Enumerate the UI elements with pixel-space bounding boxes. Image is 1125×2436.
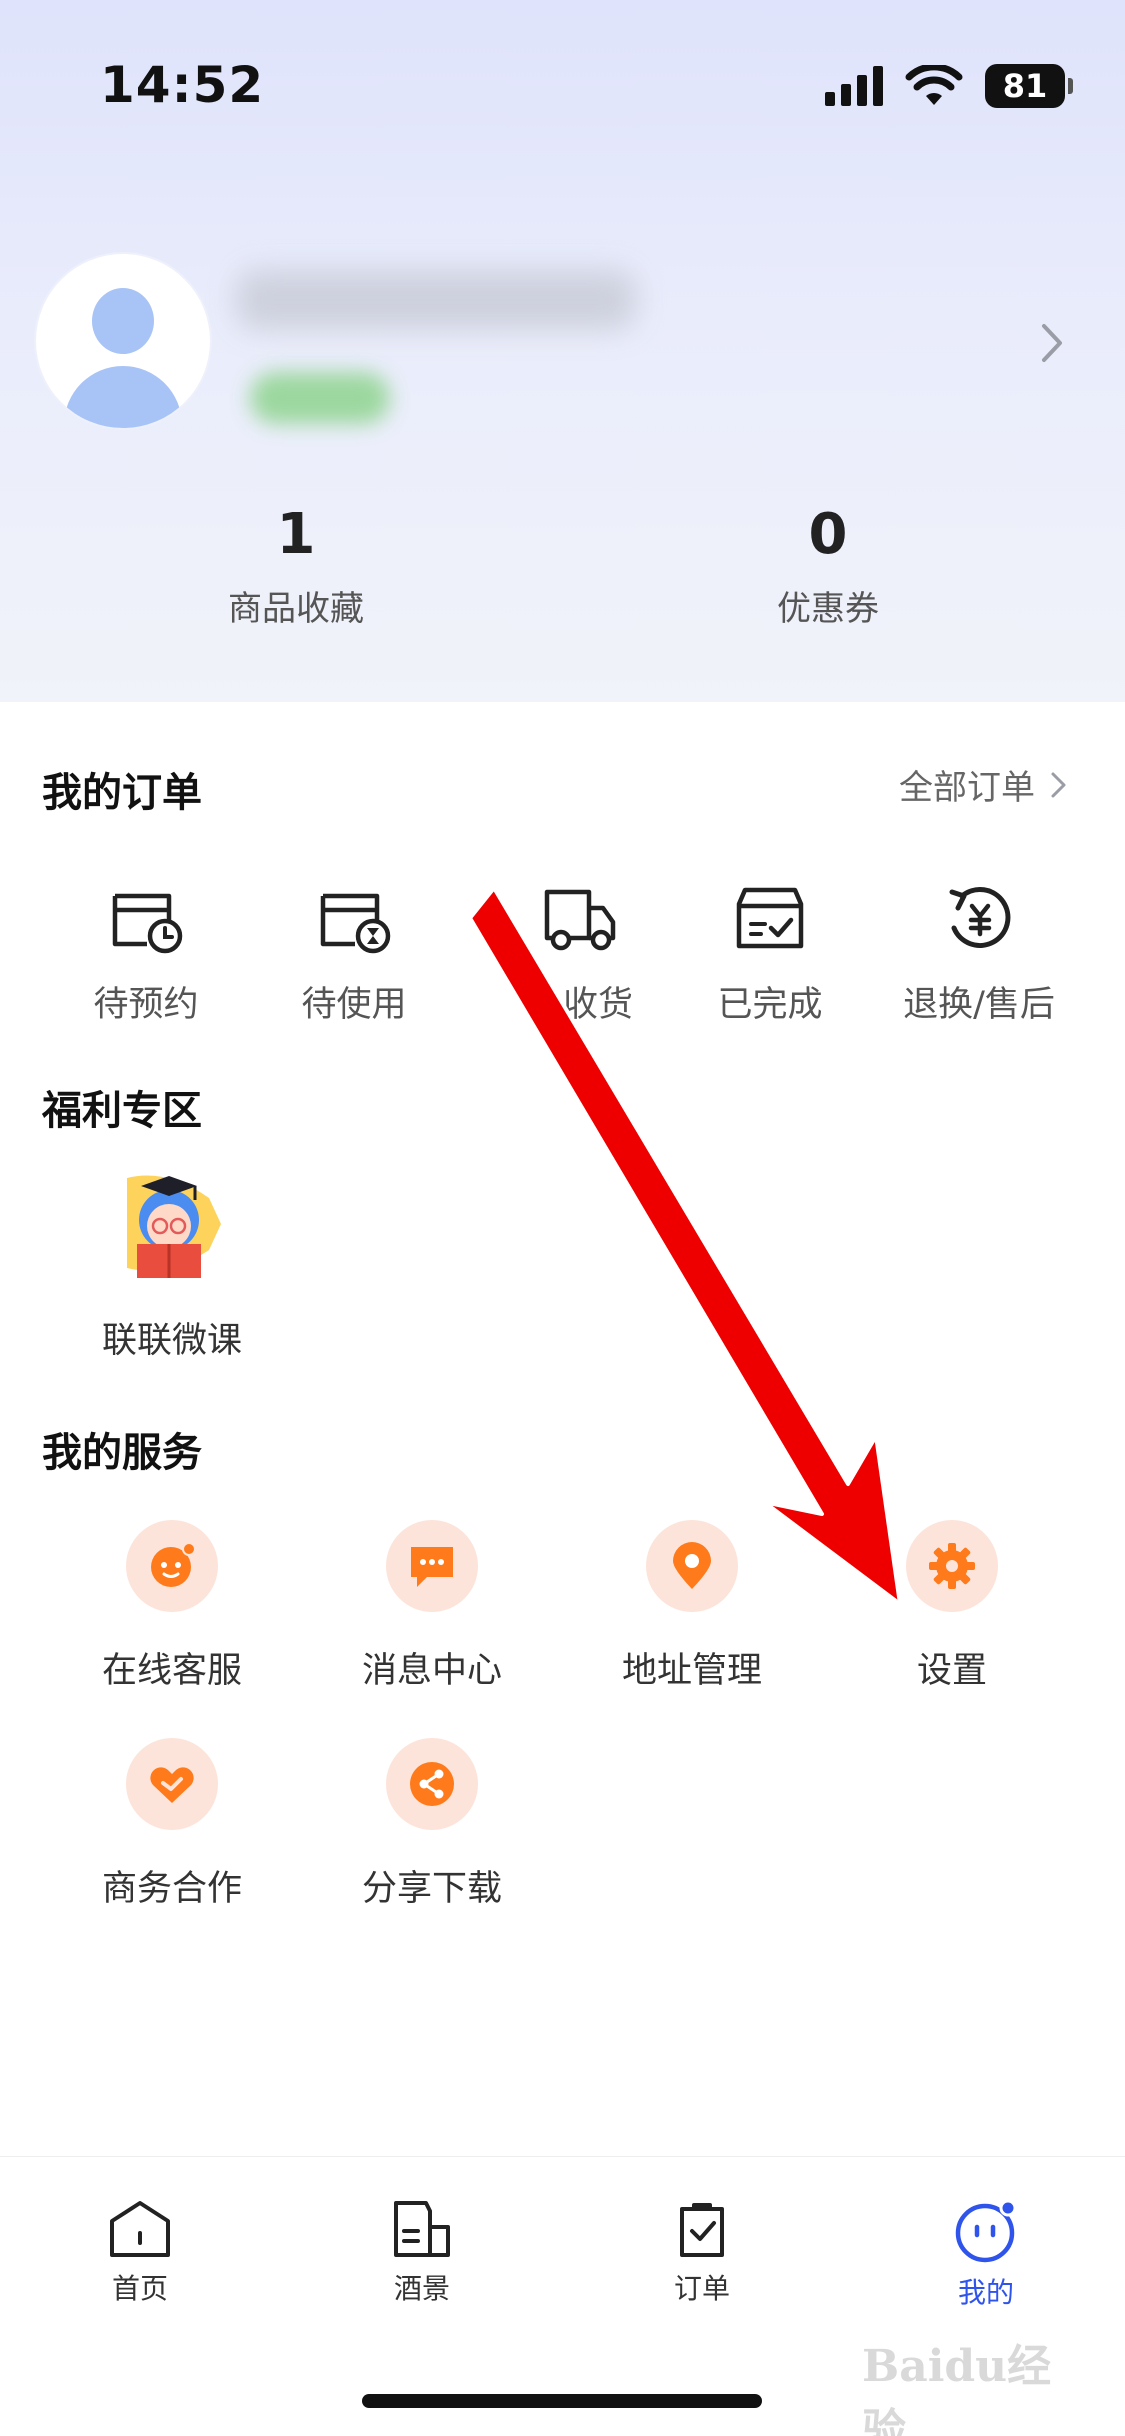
all-orders-link[interactable]: 全部订单 xyxy=(899,760,1069,809)
signal-icon xyxy=(825,66,883,106)
stat-coupons[interactable]: 0 优惠券 xyxy=(718,502,938,630)
service-label: 分享下载 xyxy=(361,1869,502,1909)
service-business-cooperation[interactable]: 商务合作 xyxy=(92,1738,252,1911)
stat-value: 0 xyxy=(808,502,848,567)
service-address-management[interactable]: 地址管理 xyxy=(612,1520,772,1693)
calendar-hourglass-icon xyxy=(320,893,391,954)
service-online-support[interactable]: 在线客服 xyxy=(92,1520,252,1693)
app-screen: 14:52 81 1 商品收藏 0 优惠券 我的订单 全部订单 待预约 待使用 … xyxy=(0,0,1125,2436)
profile-face-icon xyxy=(955,2199,1017,2263)
tab-orders[interactable]: 订单 xyxy=(622,2199,782,2307)
location-pin-icon xyxy=(673,1542,711,1589)
service-label: 设置 xyxy=(916,1651,987,1691)
home-indicator xyxy=(362,2394,762,2408)
welfare-item-label: 联联微课 xyxy=(101,1321,242,1361)
order-item-label: 已完成 xyxy=(717,985,823,1025)
stat-value: 1 xyxy=(276,502,316,567)
stat-label: 优惠券 xyxy=(777,589,879,629)
order-pending-receipt[interactable]: 收货 xyxy=(500,884,660,1027)
refund-yuan-icon xyxy=(949,887,1011,948)
tab-label: 我的 xyxy=(957,2276,1014,2309)
chevron-right-icon xyxy=(1051,772,1066,797)
orders-title: 我的订单 xyxy=(42,770,202,816)
handshake-icon xyxy=(150,1767,194,1803)
student-reading-icon xyxy=(127,1175,221,1278)
service-settings[interactable]: 设置 xyxy=(872,1520,1032,1693)
message-icon xyxy=(411,1547,453,1587)
services-title: 我的服务 xyxy=(42,1430,202,1476)
box-check-icon xyxy=(736,887,804,949)
tab-label: 订单 xyxy=(673,2272,730,2305)
status-icons: 81 xyxy=(825,62,1073,110)
wifi-icon xyxy=(905,65,963,105)
calendar-clock-icon xyxy=(112,893,183,954)
order-item-label: 待使用 xyxy=(301,985,407,1025)
order-pending-use[interactable]: 待使用 xyxy=(274,884,434,1027)
service-label: 消息中心 xyxy=(361,1651,502,1691)
customer-service-icon xyxy=(151,1542,196,1587)
user-name-redacted xyxy=(236,270,636,330)
service-label: 地址管理 xyxy=(621,1651,762,1691)
gear-icon xyxy=(929,1543,975,1589)
truck-icon xyxy=(544,889,616,951)
order-item-label: 待预约 xyxy=(93,985,199,1025)
service-message-center[interactable]: 消息中心 xyxy=(352,1520,512,1693)
order-bag-icon xyxy=(680,2203,724,2257)
chevron-right-icon[interactable] xyxy=(1038,318,1068,368)
welfare-item-course[interactable]: 联联微课 xyxy=(92,1168,252,1363)
hotel-icon xyxy=(394,2201,450,2257)
home-icon xyxy=(110,2201,170,2257)
order-completed[interactable]: 已完成 xyxy=(690,884,850,1027)
order-item-label: 收货 xyxy=(562,985,633,1025)
service-label: 商务合作 xyxy=(101,1869,242,1909)
tab-hotel-scenic[interactable]: 酒景 xyxy=(342,2199,502,2307)
avatar[interactable] xyxy=(36,254,210,428)
order-item-label: 退换/售后 xyxy=(903,985,1055,1025)
tab-label: 酒景 xyxy=(393,2272,450,2305)
user-tag-redacted xyxy=(250,372,390,424)
stat-favorites[interactable]: 1 商品收藏 xyxy=(186,502,406,630)
share-icon xyxy=(410,1762,454,1806)
tab-label: 首页 xyxy=(111,2272,168,2305)
tab-home[interactable]: 首页 xyxy=(60,2199,220,2307)
service-label: 在线客服 xyxy=(101,1651,242,1691)
welfare-title: 福利专区 xyxy=(42,1088,202,1134)
watermark: Baidu经验 xyxy=(862,2341,1052,2436)
order-pending-appointment[interactable]: 待预约 xyxy=(66,884,226,1027)
stat-label: 商品收藏 xyxy=(228,589,364,629)
status-time: 14:52 xyxy=(100,56,265,114)
tab-mine[interactable]: 我的 xyxy=(906,2199,1066,2311)
battery-icon: 81 xyxy=(985,64,1073,108)
all-orders-label: 全部订单 xyxy=(899,768,1035,808)
order-refund-aftersale[interactable]: 退换/售后 xyxy=(894,884,1064,1027)
service-share-download[interactable]: 分享下载 xyxy=(352,1738,512,1911)
